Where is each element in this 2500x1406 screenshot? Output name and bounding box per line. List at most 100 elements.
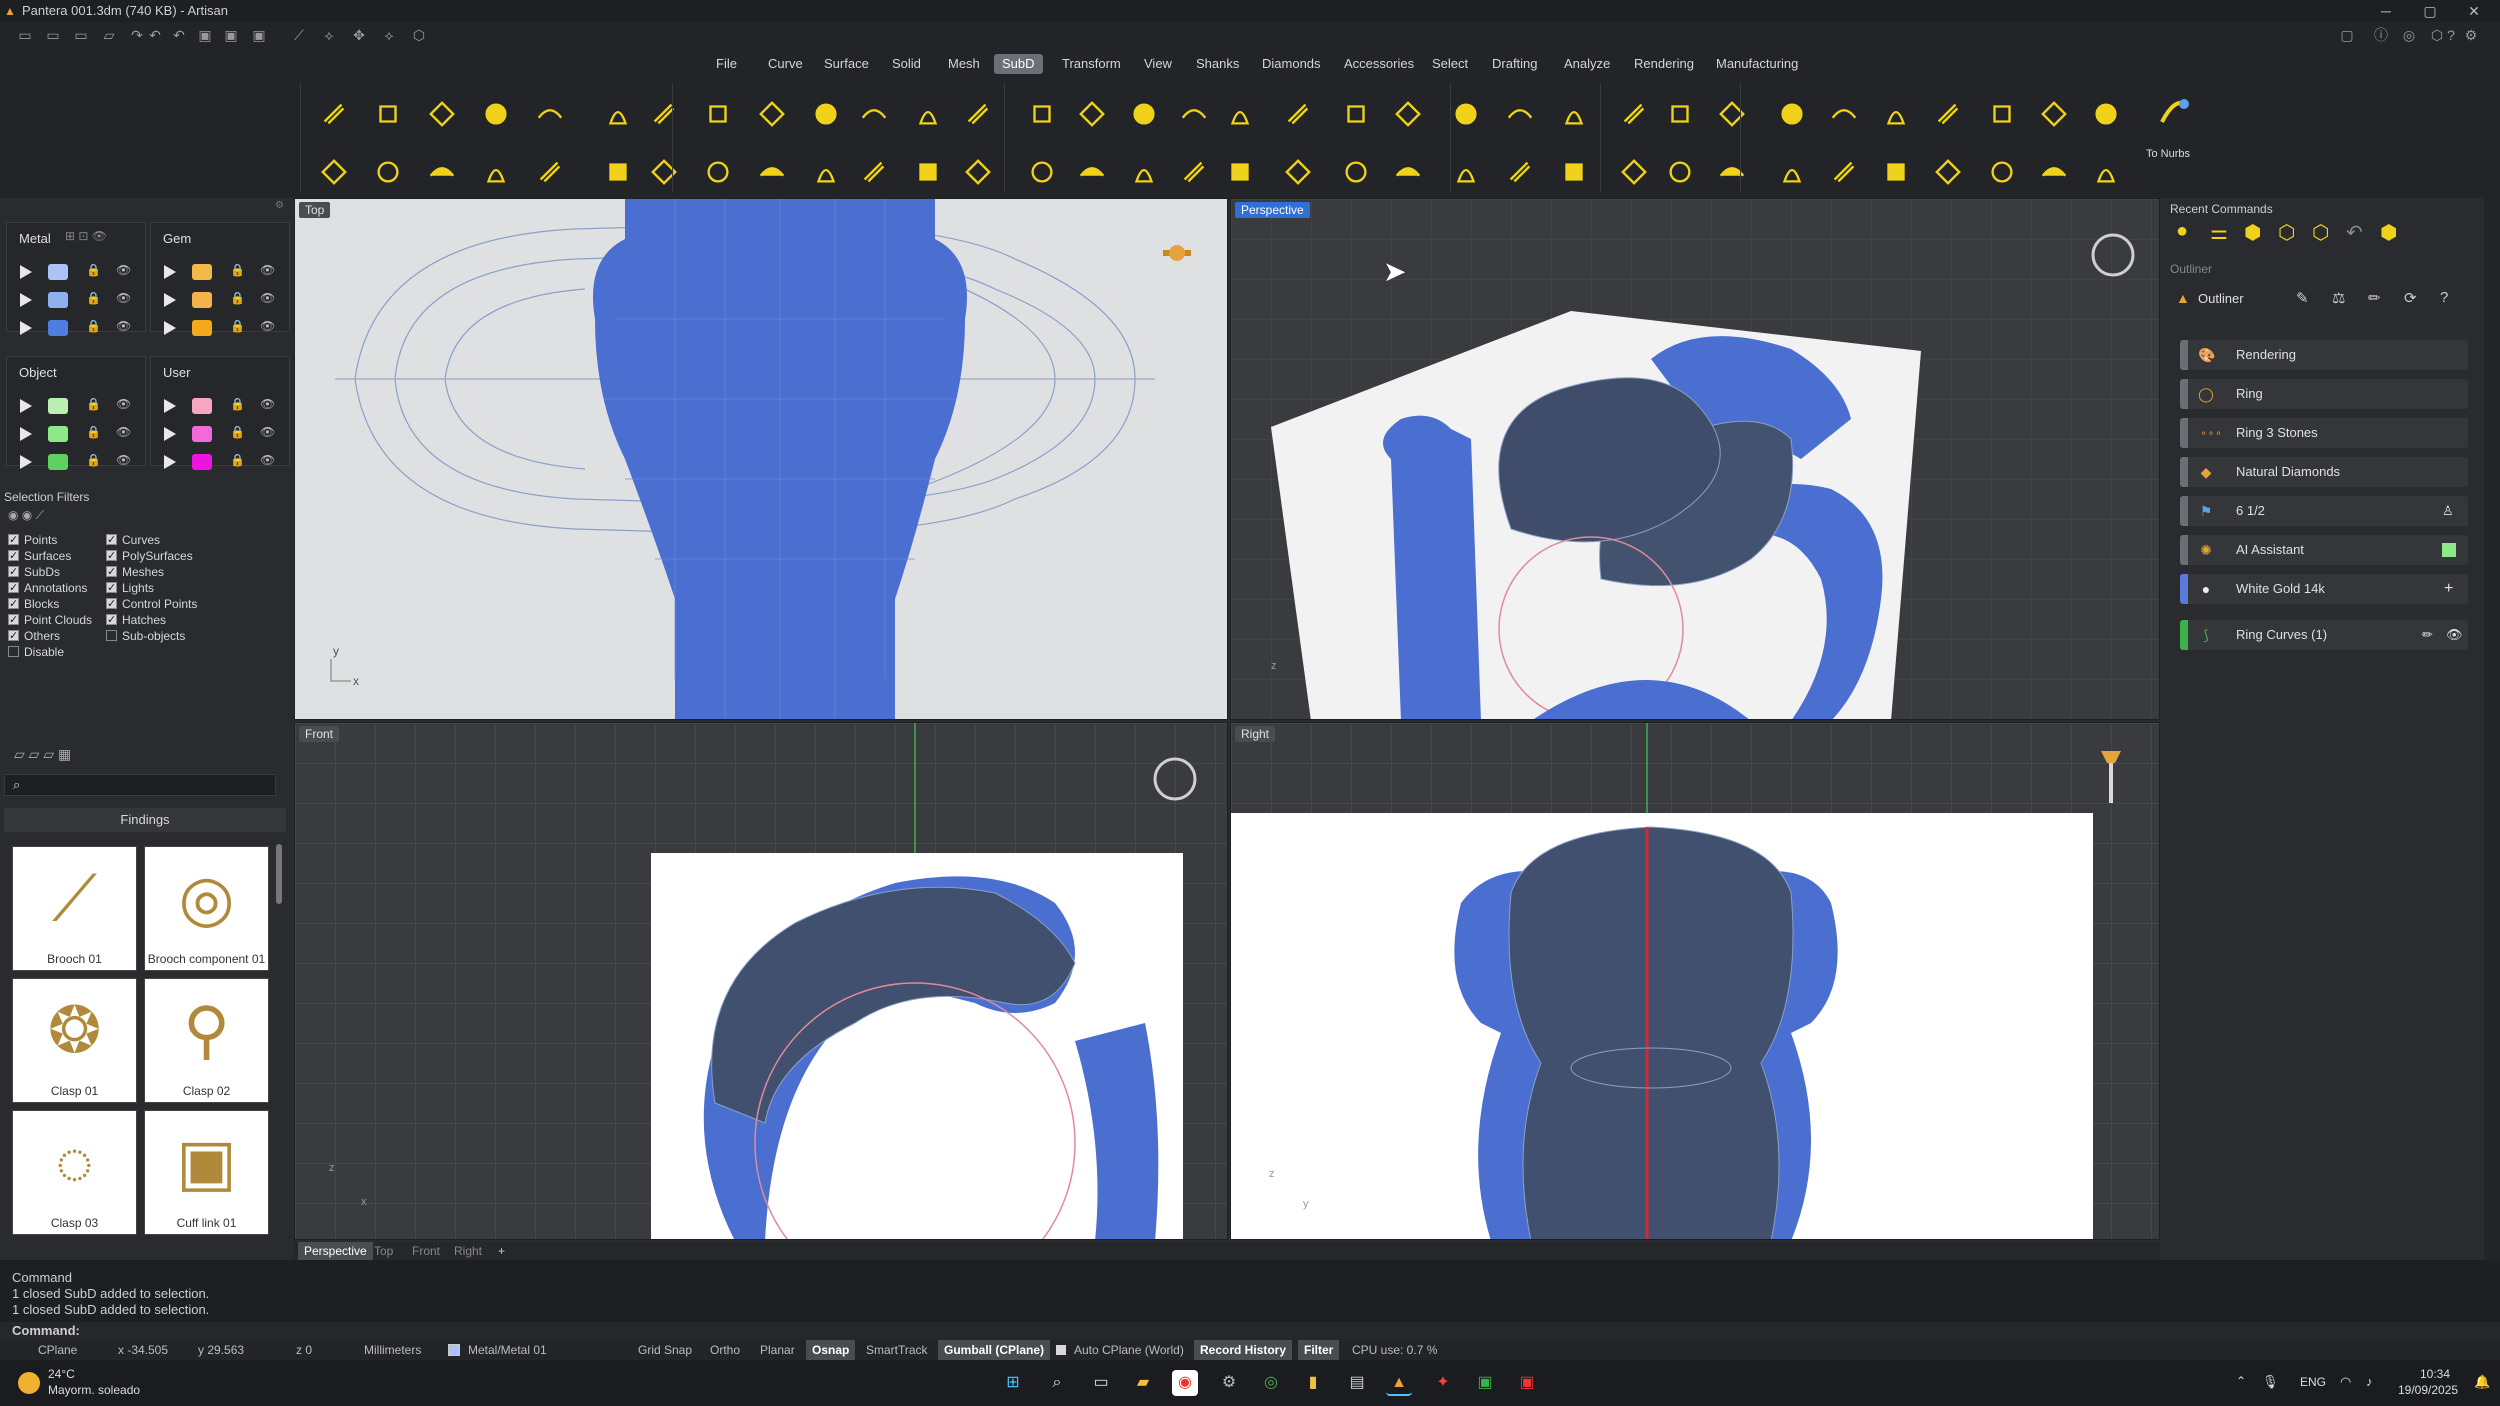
to-nurbs-icon[interactable] — [2156, 94, 2192, 130]
figma-icon[interactable]: ✦ — [1430, 1370, 1456, 1396]
layer-visibility-icon[interactable]: 👁 — [260, 291, 275, 305]
menu-view[interactable]: View — [1136, 54, 1180, 74]
subd-tool-2-34-icon[interactable] — [2088, 154, 2124, 190]
filter-others-checkbox[interactable]: Others — [8, 628, 60, 644]
subd-tool-1-17-icon[interactable] — [1176, 96, 1212, 132]
filter-subds-checkbox[interactable]: SubDs — [8, 564, 60, 580]
checkbox-icon[interactable] — [106, 596, 117, 612]
menu-shanks[interactable]: Shanks — [1188, 54, 1247, 74]
to-nurbs-label[interactable]: To Nurbs — [2146, 148, 2190, 160]
layer-expand-icon[interactable] — [164, 427, 176, 441]
volume-icon[interactable]: ♪ — [2366, 1374, 2373, 1389]
subd-tool-1-13-icon[interactable] — [960, 96, 996, 132]
search-icon[interactable]: ⌕ — [1044, 1370, 1070, 1396]
filter-sub-objects-checkbox[interactable]: Sub-objects — [106, 628, 185, 644]
library-toolbar-icons[interactable]: ▱ ▱ ▱ ▦ — [14, 746, 71, 763]
outliner-row-ring-curves[interactable]: ⟆ Ring Curves (1) ✏ 👁 — [2180, 620, 2468, 650]
subd-tool-1-14-icon[interactable] — [1024, 96, 1060, 132]
library-item[interactable]: ▣ Cuff link 01 — [144, 1110, 269, 1235]
subd-tool-1-25-icon[interactable] — [1616, 96, 1652, 132]
smarttrack-toggle[interactable]: SmartTrack — [860, 1340, 934, 1360]
layer-visibility-icon[interactable]: 👁 — [260, 397, 275, 411]
layer-color-swatch[interactable] — [192, 292, 212, 308]
subd-tool-1-29-icon[interactable] — [1826, 96, 1862, 132]
outliner-row-natural-diamonds[interactable]: ◆ Natural Diamonds — [2180, 457, 2468, 487]
menu-rendering[interactable]: Rendering — [1626, 54, 1702, 74]
filter-disable-checkbox[interactable]: Disable — [8, 644, 64, 660]
tool-d-icon[interactable]: ⟡ — [380, 26, 398, 44]
subd-tool-2-25-icon[interactable] — [1616, 154, 1652, 190]
menu-accessories[interactable]: Accessories — [1336, 54, 1422, 74]
filter-hatches-checkbox[interactable]: Hatches — [106, 612, 166, 628]
layer-color-swatch[interactable] — [48, 454, 68, 470]
checkbox-icon[interactable] — [106, 564, 117, 580]
subd-tool-1-10-icon[interactable] — [808, 96, 844, 132]
checkbox-icon[interactable] — [8, 612, 19, 628]
subd-tool-2-6-icon[interactable] — [600, 154, 636, 190]
filter-toggle[interactable]: Filter — [1298, 1340, 1340, 1360]
windows-start-icon[interactable]: ⊞ — [1000, 1370, 1026, 1396]
layer-visibility-icon[interactable]: 👁 — [116, 425, 131, 439]
subd-tool-1-9-icon[interactable] — [754, 96, 790, 132]
undo-icon[interactable]: ↶ — [146, 26, 164, 44]
subd-tool-2-1-icon[interactable] — [316, 154, 352, 190]
subd-tool-1-1-icon[interactable] — [316, 96, 352, 132]
outliner-row-ring[interactable]: ◯ Ring — [2180, 379, 2468, 409]
checkbox-icon[interactable] — [8, 564, 19, 580]
tab-top[interactable]: Top — [374, 1242, 393, 1260]
chrome-icon[interactable]: ◎ — [1258, 1370, 1284, 1396]
app-icon[interactable]: ◉ — [1172, 1370, 1198, 1396]
menu-select[interactable]: Select — [1424, 54, 1476, 74]
eye-icon[interactable]: 👁 — [2446, 620, 2463, 650]
subd-tool-1-4-icon[interactable] — [478, 96, 514, 132]
microphone-icon[interactable]: 🎙 — [2262, 1374, 2279, 1390]
layer-color-swatch[interactable] — [192, 264, 212, 280]
menu-analyze[interactable]: Analyze — [1556, 54, 1618, 74]
layer-visibility-icon[interactable]: 👁 — [260, 319, 275, 333]
viewport-top[interactable]: Top y x — [294, 198, 1228, 720]
subd-tool-1-32-icon[interactable] — [1984, 96, 2020, 132]
open-icon[interactable]: ▭ — [72, 26, 90, 44]
subd-tool-2-28-icon[interactable] — [1774, 154, 1810, 190]
library-item[interactable]: ⚲ Clasp 02 — [144, 978, 269, 1103]
library-category-dropdown[interactable]: Findings — [4, 808, 286, 832]
filter-surfaces-checkbox[interactable]: Surfaces — [8, 548, 71, 564]
current-layer-label[interactable]: Metal/Metal 01 — [462, 1340, 553, 1360]
viewport-right[interactable]: Right z y — [1230, 722, 2160, 1240]
layer-expand-icon[interactable] — [20, 265, 32, 279]
layer-lock-icon[interactable]: 🔒 — [86, 319, 101, 333]
layer-color-swatch[interactable] — [192, 398, 212, 414]
library-item[interactable]: ❂ Clasp 01 — [12, 978, 137, 1103]
outliner-row-ring-3-stones[interactable]: ⚬⚬⚬ Ring 3 Stones — [2180, 418, 2468, 448]
eyedropper-icon[interactable]: ✎ — [2296, 289, 2309, 307]
layer-lock-icon[interactable]: 🔒 — [230, 291, 245, 305]
filter-control-points-checkbox[interactable]: Control Points — [106, 596, 197, 612]
maximize-button[interactable]: ▢ — [2408, 0, 2452, 22]
layer-expand-icon[interactable] — [164, 293, 176, 307]
layer-lock-icon[interactable]: 🔒 — [230, 397, 245, 411]
layer-lock-icon[interactable]: 🔒 — [230, 263, 245, 277]
clock-time[interactable]: 10:34 — [2420, 1367, 2450, 1381]
layer-lock-icon[interactable]: 🔒 — [230, 425, 245, 439]
save-copy-icon[interactable]: ▣ — [250, 26, 268, 44]
new-template-icon[interactable]: ▭ — [44, 26, 62, 44]
close-button[interactable]: ✕ — [2452, 0, 2496, 22]
units-label[interactable]: Millimeters — [358, 1340, 427, 1360]
panel-grip[interactable]: ⚙ — [0, 200, 292, 211]
checkbox-icon[interactable] — [8, 580, 19, 596]
undo-alt-icon[interactable]: ↶ — [170, 26, 188, 44]
subd-tool-1-30-icon[interactable] — [1878, 96, 1914, 132]
status-swatch[interactable] — [2442, 543, 2456, 557]
layer-color-swatch[interactable] — [48, 292, 68, 308]
subd-tool-2-21-icon[interactable] — [1390, 154, 1426, 190]
wifi-icon[interactable]: ◠ — [2340, 1374, 2351, 1390]
subd-tool-2-2-icon[interactable] — [370, 154, 406, 190]
checkbox-icon[interactable] — [8, 532, 19, 548]
record-history-toggle[interactable]: Record History — [1194, 1340, 1293, 1360]
red-app-icon[interactable]: ▣ — [1514, 1370, 1540, 1396]
file-explorer-icon[interactable]: ▰ — [1130, 1370, 1156, 1396]
subd-tool-1-7-icon[interactable] — [646, 96, 682, 132]
filter-options-icon[interactable]: ◉ ◉ ⟋ — [8, 508, 44, 523]
layer-color-swatch[interactable] — [192, 320, 212, 336]
menu-file[interactable]: File — [708, 54, 745, 74]
